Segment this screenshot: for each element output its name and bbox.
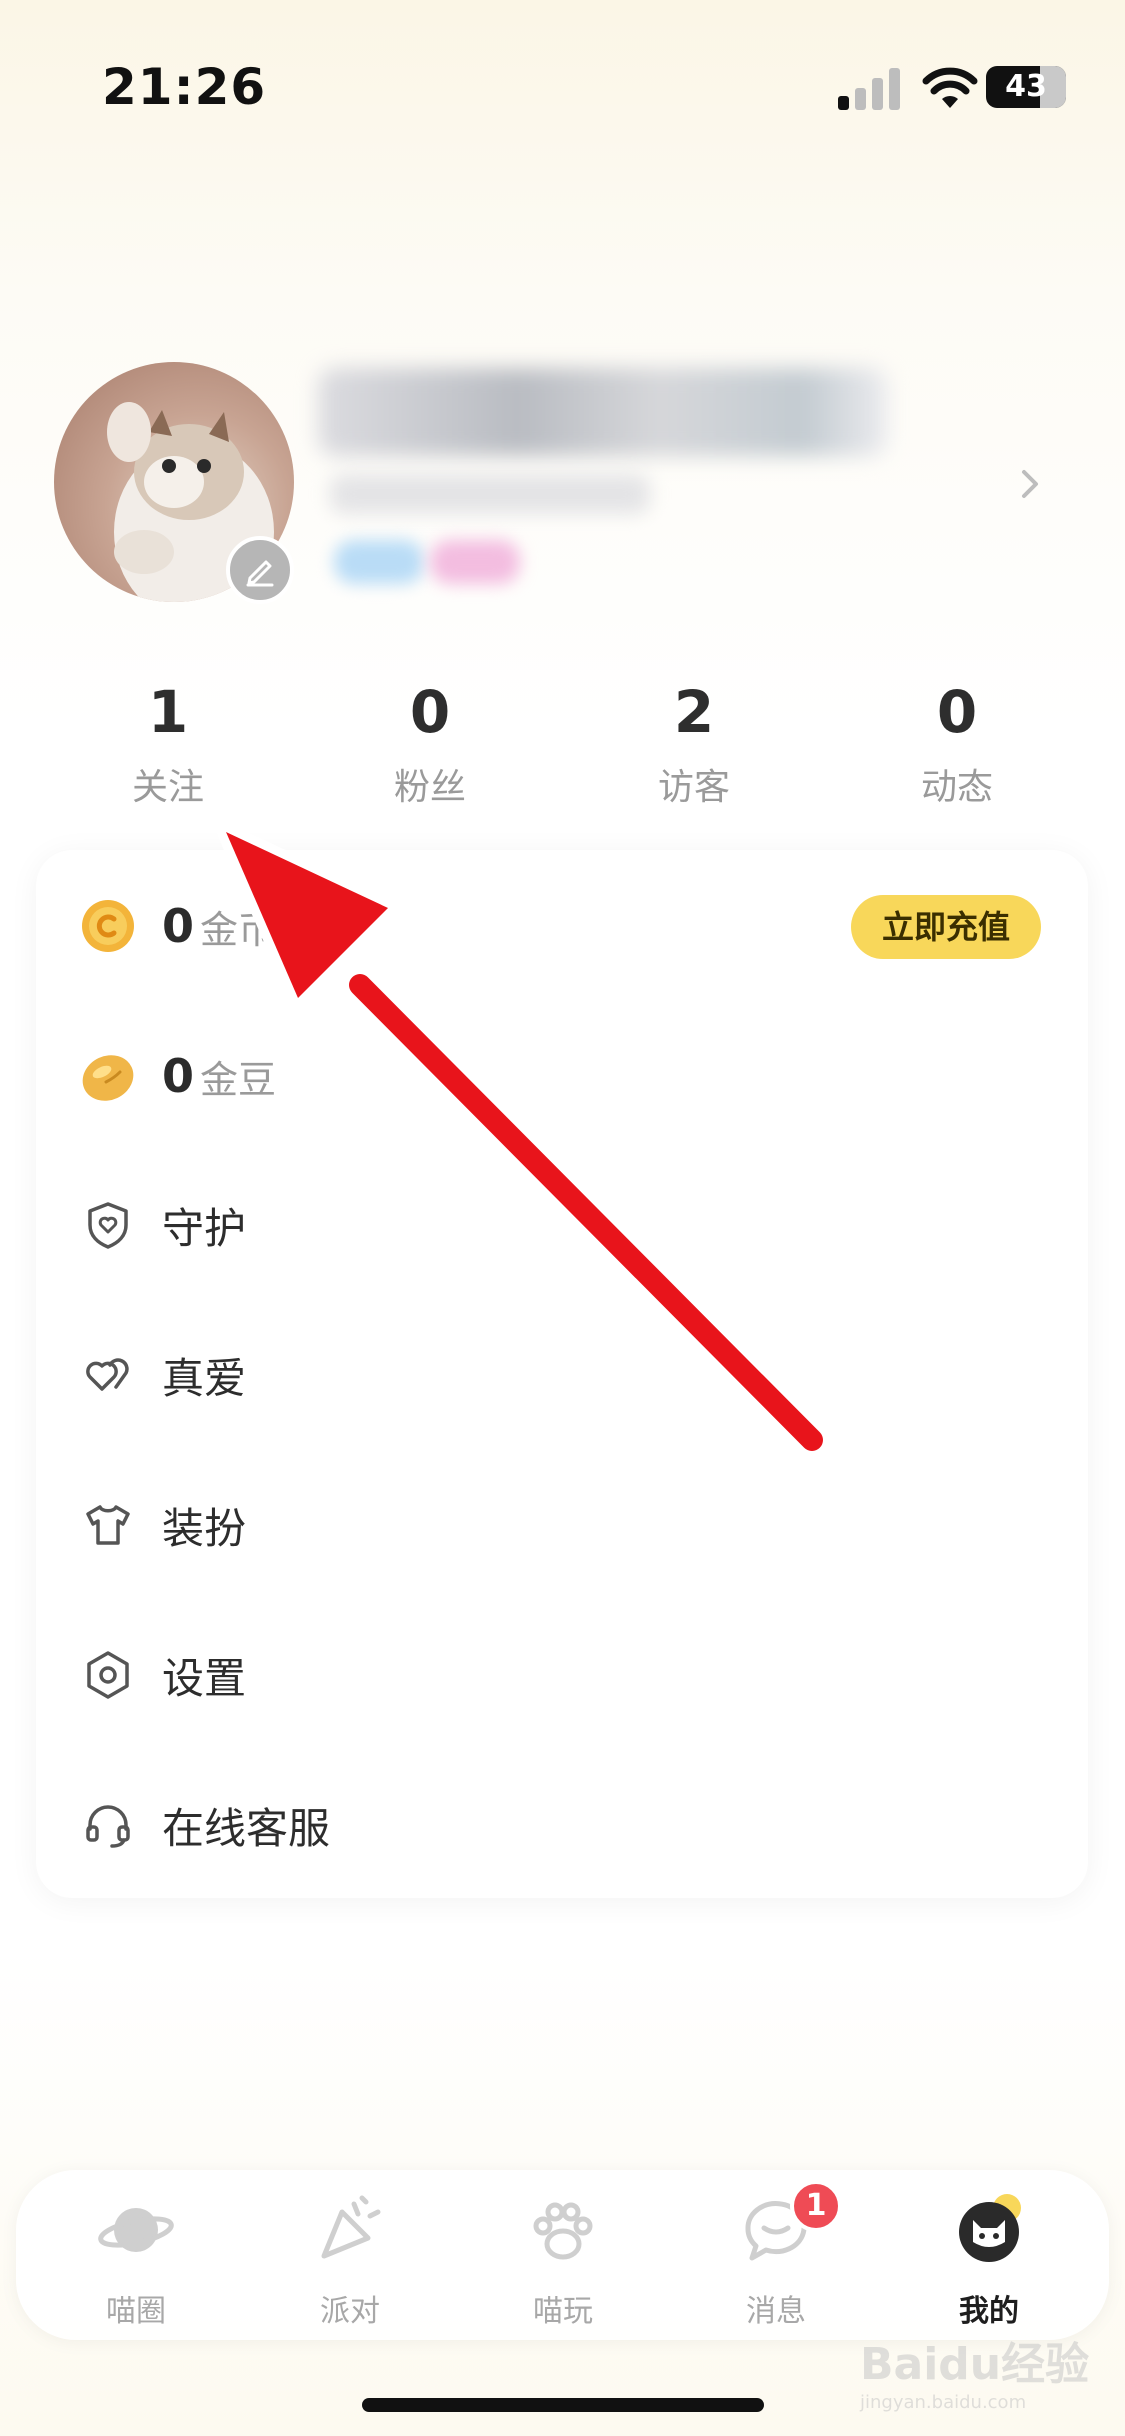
coins-unit: 金币 <box>200 907 277 952</box>
stat-following[interactable]: 1 关注 <box>68 670 268 810</box>
cellular-signal-icon <box>838 66 900 110</box>
status-time: 21:26 <box>102 58 267 116</box>
user-tag-redacted <box>430 540 520 584</box>
planet-icon <box>98 2208 174 2252</box>
gold-coin-icon <box>80 898 136 954</box>
coins-value: 0 <box>162 899 195 953</box>
shirt-icon <box>80 1497 136 1553</box>
menu-item-true-love[interactable]: 真爱 <box>80 1335 246 1415</box>
tab-party[interactable]: 派对 <box>270 2190 430 2330</box>
coins-row[interactable]: 0 金币 <box>80 886 276 966</box>
paw-icon <box>533 2202 593 2260</box>
menu-item-guard[interactable]: 守护 <box>80 1185 246 1265</box>
tab-play[interactable]: 喵玩 <box>483 2190 643 2330</box>
menu-item-label: 装扮 <box>162 1503 247 1553</box>
stat-value: 0 <box>936 678 978 746</box>
tab-moments[interactable]: 喵圈 <box>56 2190 216 2330</box>
tab-label: 消息 <box>746 2294 806 2329</box>
menu-item-settings[interactable]: 设置 <box>80 1635 246 1715</box>
stat-label: 动态 <box>920 767 993 808</box>
battery-icon: 43 <box>986 66 1066 108</box>
stat-label: 粉丝 <box>393 767 466 808</box>
stat-posts[interactable]: 0 动态 <box>857 670 1057 810</box>
gold-bean-icon <box>80 1048 136 1104</box>
unread-badge: 1 <box>790 2180 842 2232</box>
party-popper-icon <box>321 2195 381 2259</box>
gear-icon <box>80 1647 136 1703</box>
edit-avatar-button[interactable] <box>226 536 294 604</box>
headset-icon <box>80 1797 136 1853</box>
username-redacted[interactable] <box>318 368 888 456</box>
hearts-icon <box>80 1347 136 1403</box>
tab-mine[interactable]: 我的 <box>909 2190 1069 2330</box>
user-id-redacted <box>330 474 650 514</box>
watermark-url: jingyan.baidu.com <box>860 2392 1027 2413</box>
menu-item-dress-up[interactable]: 装扮 <box>80 1485 246 1565</box>
menu-item-label: 守护 <box>162 1203 247 1253</box>
baidu-watermark: Baidu经验 jingyan.baidu.com <box>860 2328 1110 2413</box>
wifi-icon <box>922 67 978 108</box>
stat-visitors[interactable]: 2 访客 <box>594 670 794 810</box>
recharge-button[interactable]: 立即充值 <box>851 895 1041 959</box>
chevron-right-icon[interactable] <box>1010 464 1050 504</box>
pencil-icon <box>246 560 274 587</box>
beans-unit: 金豆 <box>200 1057 277 1102</box>
tab-label: 喵玩 <box>533 2294 593 2329</box>
menu-item-customer-service[interactable]: 在线客服 <box>80 1785 330 1865</box>
menu-item-label: 设置 <box>162 1653 247 1703</box>
cat-face-icon <box>959 2194 1021 2262</box>
tab-label: 派对 <box>320 2294 380 2329</box>
menu-item-label: 真爱 <box>162 1353 247 1403</box>
stat-fans[interactable]: 0 粉丝 <box>330 670 530 810</box>
tab-label: 喵圈 <box>106 2294 166 2329</box>
menu-item-label: 在线客服 <box>162 1803 331 1853</box>
stat-label: 访客 <box>657 767 730 808</box>
beans-row[interactable]: 0 金豆 <box>80 1036 276 1116</box>
stat-value: 2 <box>673 678 715 746</box>
battery-level: 43 <box>1005 69 1047 104</box>
user-tag-redacted <box>334 540 424 584</box>
stat-value: 1 <box>147 678 189 746</box>
shield-icon <box>80 1197 136 1253</box>
tab-label: 我的 <box>959 2294 1019 2329</box>
stat-value: 0 <box>409 678 451 746</box>
home-indicator[interactable] <box>362 2398 764 2412</box>
watermark-brand: Baidu经验 <box>860 2339 1090 2390</box>
beans-value: 0 <box>162 1049 195 1103</box>
stat-label: 关注 <box>131 767 204 808</box>
